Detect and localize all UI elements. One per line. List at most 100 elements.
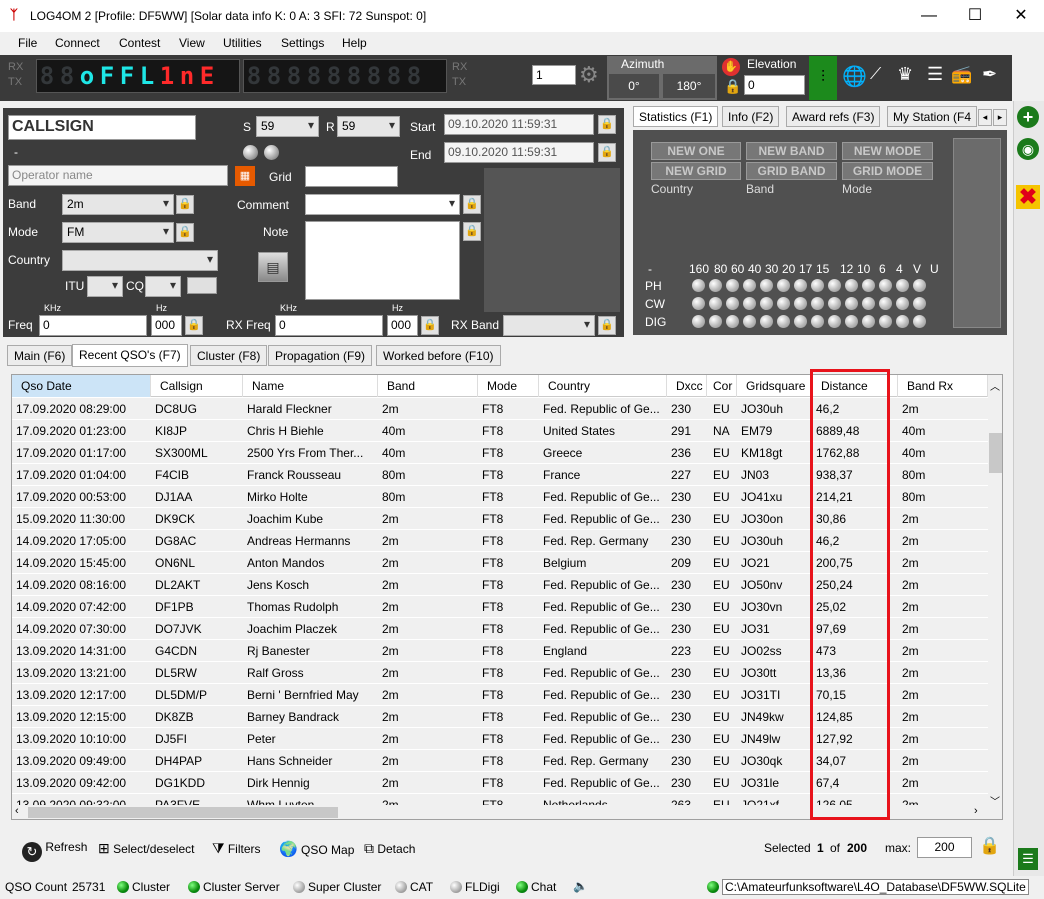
tab-statistics[interactable]: Statistics (F1) <box>633 106 719 127</box>
cluster-server-status[interactable]: Cluster Server <box>188 880 280 894</box>
max-input[interactable]: 200 <box>917 837 972 858</box>
menu-view[interactable]: View <box>179 36 205 50</box>
col-mode[interactable]: Mode <box>478 375 539 397</box>
hscroll-thumb[interactable] <box>28 807 338 818</box>
lock-icon[interactable]: 🔒 <box>724 78 741 95</box>
gear-icon[interactable]: ⚙ <box>579 62 599 88</box>
menu-help[interactable]: Help <box>342 36 367 50</box>
select-deselect-button[interactable]: ⊞ Select/deselect <box>98 840 194 857</box>
tab-info[interactable]: Info (F2) <box>722 106 780 127</box>
tab-scroll-right-icon[interactable]: ▸ <box>993 109 1007 126</box>
itu-select[interactable] <box>87 276 123 297</box>
rx-band-lock-icon[interactable]: 🔒 <box>598 316 616 335</box>
rx-freq-hz-input[interactable]: 000 <box>387 315 418 336</box>
end-time-input[interactable]: 09.10.2020 11:59:31 <box>444 142 594 163</box>
refresh-button[interactable]: ↻ Refresh <box>22 840 87 862</box>
scroll-up-icon[interactable]: ︿ <box>990 378 1000 393</box>
col-callsign[interactable]: Callsign <box>151 375 243 397</box>
tab-recent-qsos[interactable]: Recent QSO's (F7) <box>72 344 188 367</box>
db-path-status[interactable]: C:\Amateurfunksoftware\L4O_Database\DF5W… <box>707 879 1029 895</box>
cat-status[interactable]: CAT <box>395 880 433 894</box>
note-textarea[interactable] <box>305 221 460 300</box>
tab-cluster[interactable]: Cluster (F8) <box>190 345 268 366</box>
eraser-icon[interactable]: ▤ <box>258 252 288 282</box>
tab-propagation[interactable]: Propagation (F9) <box>268 345 373 366</box>
start-lock-icon[interactable]: 🔒 <box>598 115 616 134</box>
stop-hand-icon[interactable]: ✋ <box>722 58 740 76</box>
menu-contest[interactable]: Contest <box>119 36 160 50</box>
stack-icon[interactable]: ☰ <box>927 64 943 85</box>
scroll-left-icon[interactable]: ‹ <box>15 805 19 817</box>
tab-worked-before[interactable]: Worked before (F10) <box>376 345 501 366</box>
rx-freq-lock-icon[interactable]: 🔒 <box>421 316 439 335</box>
rx-freq-input[interactable]: 0 <box>275 315 383 336</box>
country-select[interactable] <box>62 250 218 271</box>
fldigi-status[interactable]: FLDigi <box>450 880 500 894</box>
minimize-button[interactable]: — <box>906 0 952 31</box>
tab-award-refs[interactable]: Award refs (F3) <box>786 106 881 127</box>
max-lock-icon[interactable]: 🔒 <box>979 836 1000 856</box>
col-band-rx[interactable]: Band Rx <box>898 375 988 397</box>
menu-file[interactable]: File <box>18 36 37 50</box>
super-cluster-status[interactable]: Super Cluster <box>293 880 381 894</box>
freq-lock-icon[interactable]: 🔒 <box>185 316 203 335</box>
col-gridsquare[interactable]: Gridsquare <box>737 375 812 397</box>
tab-main[interactable]: Main (F6) <box>7 345 73 366</box>
col-qso-date[interactable]: Qso Date <box>12 375 151 397</box>
comment-lock-icon[interactable]: 🔒 <box>463 195 481 214</box>
start-time-input[interactable]: 09.10.2020 11:59:31 <box>444 114 594 135</box>
rx-band-select[interactable] <box>503 315 595 336</box>
globe-search-icon[interactable]: ◉ <box>1017 138 1039 160</box>
pen-icon[interactable]: ✒ <box>982 64 997 85</box>
speaker-icon[interactable]: 🔈 <box>573 879 588 893</box>
scroll-right-icon[interactable]: › <box>974 805 978 817</box>
band-lock-icon[interactable]: 🔒 <box>176 195 194 214</box>
rst-sent-select[interactable]: 59 <box>256 116 319 137</box>
col-dxcc[interactable]: Dxcc <box>667 375 707 397</box>
end-lock-icon[interactable]: 🔒 <box>598 143 616 162</box>
vfo-spinner[interactable]: 1 <box>532 65 576 85</box>
note-lock-icon[interactable]: 🔒 <box>463 222 481 241</box>
tab-my-station[interactable]: My Station (F4 <box>887 106 977 127</box>
crown-icon[interactable]: ♛ <box>897 64 913 85</box>
detach-button[interactable]: ⧉ Detach <box>364 840 415 857</box>
menu-utilities[interactable]: Utilities <box>223 36 262 50</box>
record-icon[interactable]: ▦ <box>235 166 255 186</box>
radio-icon[interactable]: 📻 <box>951 65 972 85</box>
mode-select[interactable]: FM <box>62 222 174 243</box>
signal-icon[interactable]: ⫶ <box>809 56 837 100</box>
col-continent[interactable]: Cor <box>707 375 737 397</box>
delete-icon[interactable]: ✖ <box>1016 185 1040 209</box>
cq-select[interactable] <box>145 276 181 297</box>
filters-button[interactable]: ⧩ Filters <box>212 840 261 857</box>
col-name[interactable]: Name <box>243 375 378 397</box>
antenna-icon[interactable]: ⟋ <box>870 66 881 84</box>
close-button[interactable]: ✕ <box>998 0 1044 31</box>
rst-received-select[interactable]: 59 <box>337 116 400 137</box>
globe-icon[interactable]: 🌐 <box>842 64 867 89</box>
freq-input[interactable]: 0 <box>39 315 147 336</box>
band-select[interactable]: 2m <box>62 194 174 215</box>
tab-scroll-left-icon[interactable]: ◂ <box>978 109 992 126</box>
azimuth-button-0[interactable]: 0° <box>609 74 659 98</box>
grid-input[interactable] <box>305 166 398 187</box>
maximize-button[interactable]: ☐ <box>952 0 998 31</box>
qso-map-button[interactable]: 🌍 QSO Map <box>279 840 354 858</box>
cluster-status[interactable]: Cluster <box>117 880 170 894</box>
menu-connect[interactable]: Connect <box>55 36 100 50</box>
add-icon[interactable]: + <box>1017 106 1039 128</box>
col-band[interactable]: Band <box>378 375 478 397</box>
elevation-input[interactable]: 0 <box>744 75 805 95</box>
chat-status[interactable]: Chat <box>516 880 556 894</box>
scroll-thumb[interactable] <box>989 433 1002 473</box>
col-country[interactable]: Country <box>539 375 667 397</box>
callsign-input[interactable]: CALLSIGN <box>8 115 196 140</box>
freq-hz-input[interactable]: 000 <box>151 315 182 336</box>
vertical-scrollbar[interactable]: ︿ ﹀ <box>988 375 1002 808</box>
mode-lock-icon[interactable]: 🔒 <box>176 223 194 242</box>
comment-select[interactable] <box>305 194 460 215</box>
stack-sidebar-icon[interactable]: ☰ <box>1018 848 1038 870</box>
zone-input[interactable] <box>187 277 217 294</box>
azimuth-button-180[interactable]: 180° <box>663 74 715 98</box>
operator-name-input[interactable]: Operator name <box>8 165 228 186</box>
